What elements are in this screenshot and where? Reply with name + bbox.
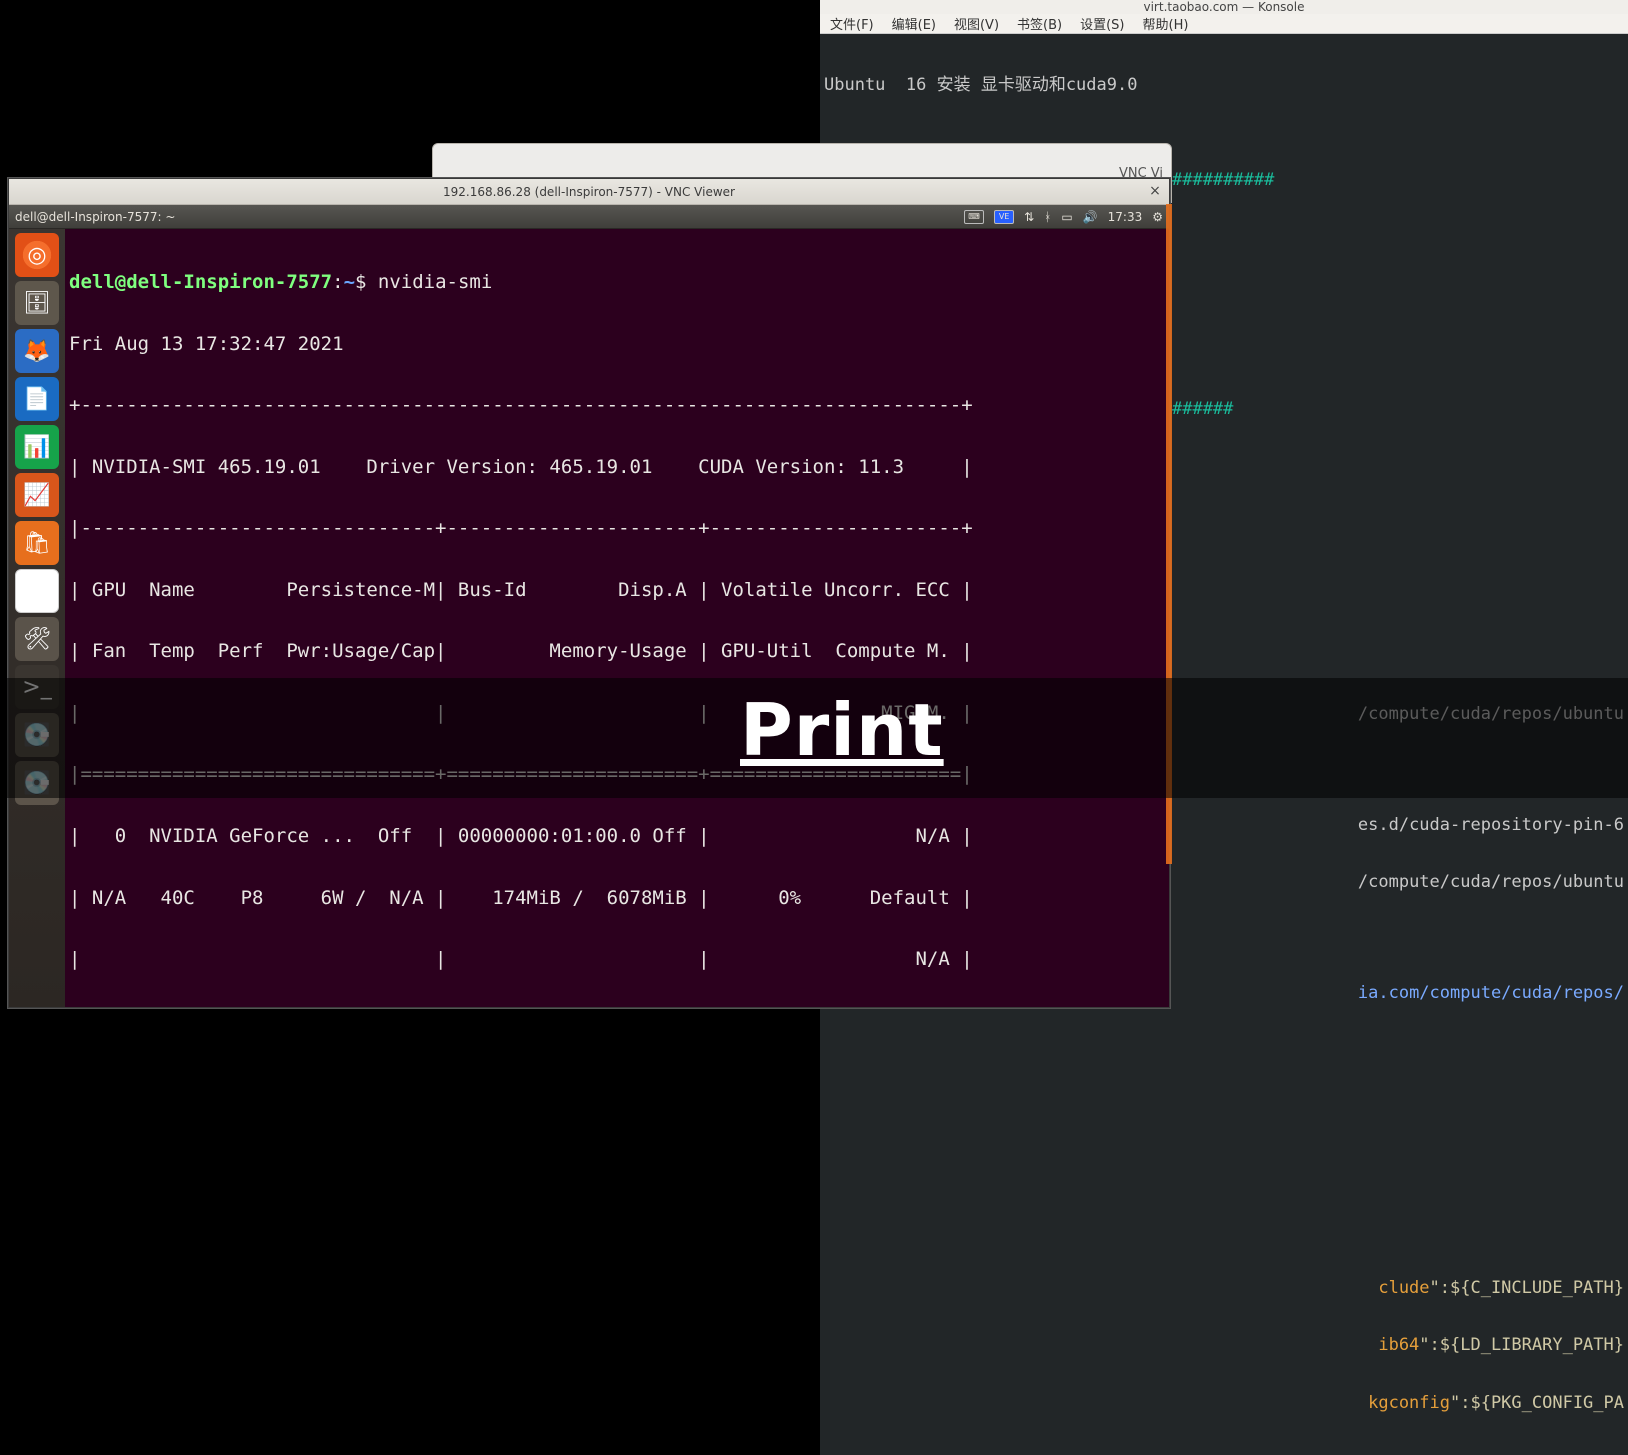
konsole-menubar: 文件(F) 编辑(E) 视图(V) 书签(B) 设置(S) 帮助(H) [820, 14, 1628, 34]
launcher-calc-icon[interactable]: 📊 [15, 425, 59, 469]
menu-edit[interactable]: 编辑(E) [892, 14, 936, 33]
prompt-dollar: $ [355, 271, 366, 293]
clock[interactable]: 17:33 [1108, 210, 1143, 224]
terminal-line: Fri Aug 13 17:32:47 2021 [69, 334, 1165, 355]
env-key: ib64 [1378, 1335, 1419, 1355]
launcher-software-icon[interactable]: 🛍 [15, 521, 59, 565]
ubuntu-top-panel: dell@dell-Inspiron-7577: ~ ⌨ VE ⇅ ᚼ ▭ 🔊 … [9, 205, 1169, 229]
close-icon[interactable]: × [1147, 183, 1163, 199]
env-val: ":${C_INCLUDE_PATH} [1430, 1278, 1624, 1298]
prompt-user: dell@dell-Inspiron-7577 [69, 271, 332, 293]
volume-icon[interactable]: 🔊 [1083, 211, 1098, 223]
launcher-amazon-icon[interactable]: a [15, 569, 59, 613]
terminal-line: | N/A 40C P8 6W / N/A | 174MiB / 6078MiB… [69, 888, 1165, 909]
terminal-line: +---------------------------------------… [69, 395, 1165, 416]
launcher-writer-icon[interactable]: 📄 [15, 377, 59, 421]
env-val: ":${PKG_CONFIG_PA [1450, 1393, 1624, 1413]
terminal-line: dell@dell-Inspiron-7577:~$ nvidia-smi [69, 272, 1165, 293]
env-key: clude [1378, 1278, 1429, 1298]
terminal-line: | 0 NVIDIA GeForce ... Off | 00000000:01… [69, 826, 1165, 847]
konsole-env: clude":${C_INCLUDE_PATH} [824, 1279, 1624, 1298]
terminal-line: |-------------------------------+-------… [69, 518, 1165, 539]
prompt-sep: : [332, 271, 343, 293]
konsole-titlebar[interactable]: virt.taobao.com — Konsole [820, 0, 1628, 14]
env-val: ":${LD_LIBRARY_PATH} [1419, 1335, 1624, 1355]
vnc-title: 192.168.86.28 (dell-Inspiron-7577) - VNC… [443, 185, 735, 199]
menu-file[interactable]: 文件(F) [830, 14, 874, 33]
terminal-line: | Fan Temp Perf Pwr:Usage/Cap| Memory-Us… [69, 641, 1165, 662]
menu-help[interactable]: 帮助(H) [1143, 14, 1189, 33]
vnc-titlebar[interactable]: 192.168.86.28 (dell-Inspiron-7577) - VNC… [9, 179, 1169, 205]
terminal-line: | NVIDIA-SMI 465.19.01 Driver Version: 4… [69, 457, 1165, 478]
print-caption: Print [740, 688, 944, 772]
env-key: kgconfig [1368, 1393, 1450, 1413]
terminal-line: | GPU Name Persistence-M| Bus-Id Disp.A … [69, 580, 1165, 601]
launcher-firefox-icon[interactable]: 🦊 [15, 329, 59, 373]
prompt-path: ~ [344, 271, 355, 293]
menu-bookmarks[interactable]: 书签(B) [1017, 14, 1062, 33]
terminal-line: | | | N/A | [69, 949, 1165, 970]
window-title: dell@dell-Inspiron-7577: ~ [15, 210, 175, 224]
konsole-env: ib64":${LD_LIBRARY_PATH} [824, 1336, 1624, 1355]
launcher-files-icon[interactable]: 🗄 [15, 281, 59, 325]
gear-icon[interactable]: ⚙ [1152, 211, 1163, 223]
bluetooth-icon[interactable]: ᚼ [1044, 211, 1051, 223]
command-text: nvidia-smi [366, 271, 492, 293]
terminal[interactable]: dell@dell-Inspiron-7577:~$ nvidia-smi Fr… [65, 229, 1169, 1007]
vnc-window: 192.168.86.28 (dell-Inspiron-7577) - VNC… [8, 178, 1170, 1008]
battery-icon[interactable]: ▭ [1061, 211, 1072, 223]
launcher-settings-icon[interactable]: 🛠 [15, 617, 59, 661]
ubuntu-launcher: ◎ 🗄 🦊 📄 📊 📈 🛍 a 🛠 >_ 💽 💽 [9, 229, 65, 1007]
vnc-badge-icon[interactable]: VE [994, 210, 1014, 224]
menu-settings[interactable]: 设置(S) [1080, 14, 1124, 33]
network-icon[interactable]: ⇅ [1024, 211, 1034, 223]
konsole-env: kgconfig":${PKG_CONFIG_PA [824, 1394, 1624, 1413]
konsole-line: Ubuntu 16 安装 显卡驱动和cuda9.0 [824, 76, 1624, 95]
keyboard-icon[interactable]: ⌨ [964, 210, 984, 224]
menu-view[interactable]: 视图(V) [954, 14, 999, 33]
launcher-impress-icon[interactable]: 📈 [15, 473, 59, 517]
konsole-title: virt.taobao.com — Konsole [1144, 0, 1305, 14]
launcher-dash-icon[interactable]: ◎ [15, 233, 59, 277]
